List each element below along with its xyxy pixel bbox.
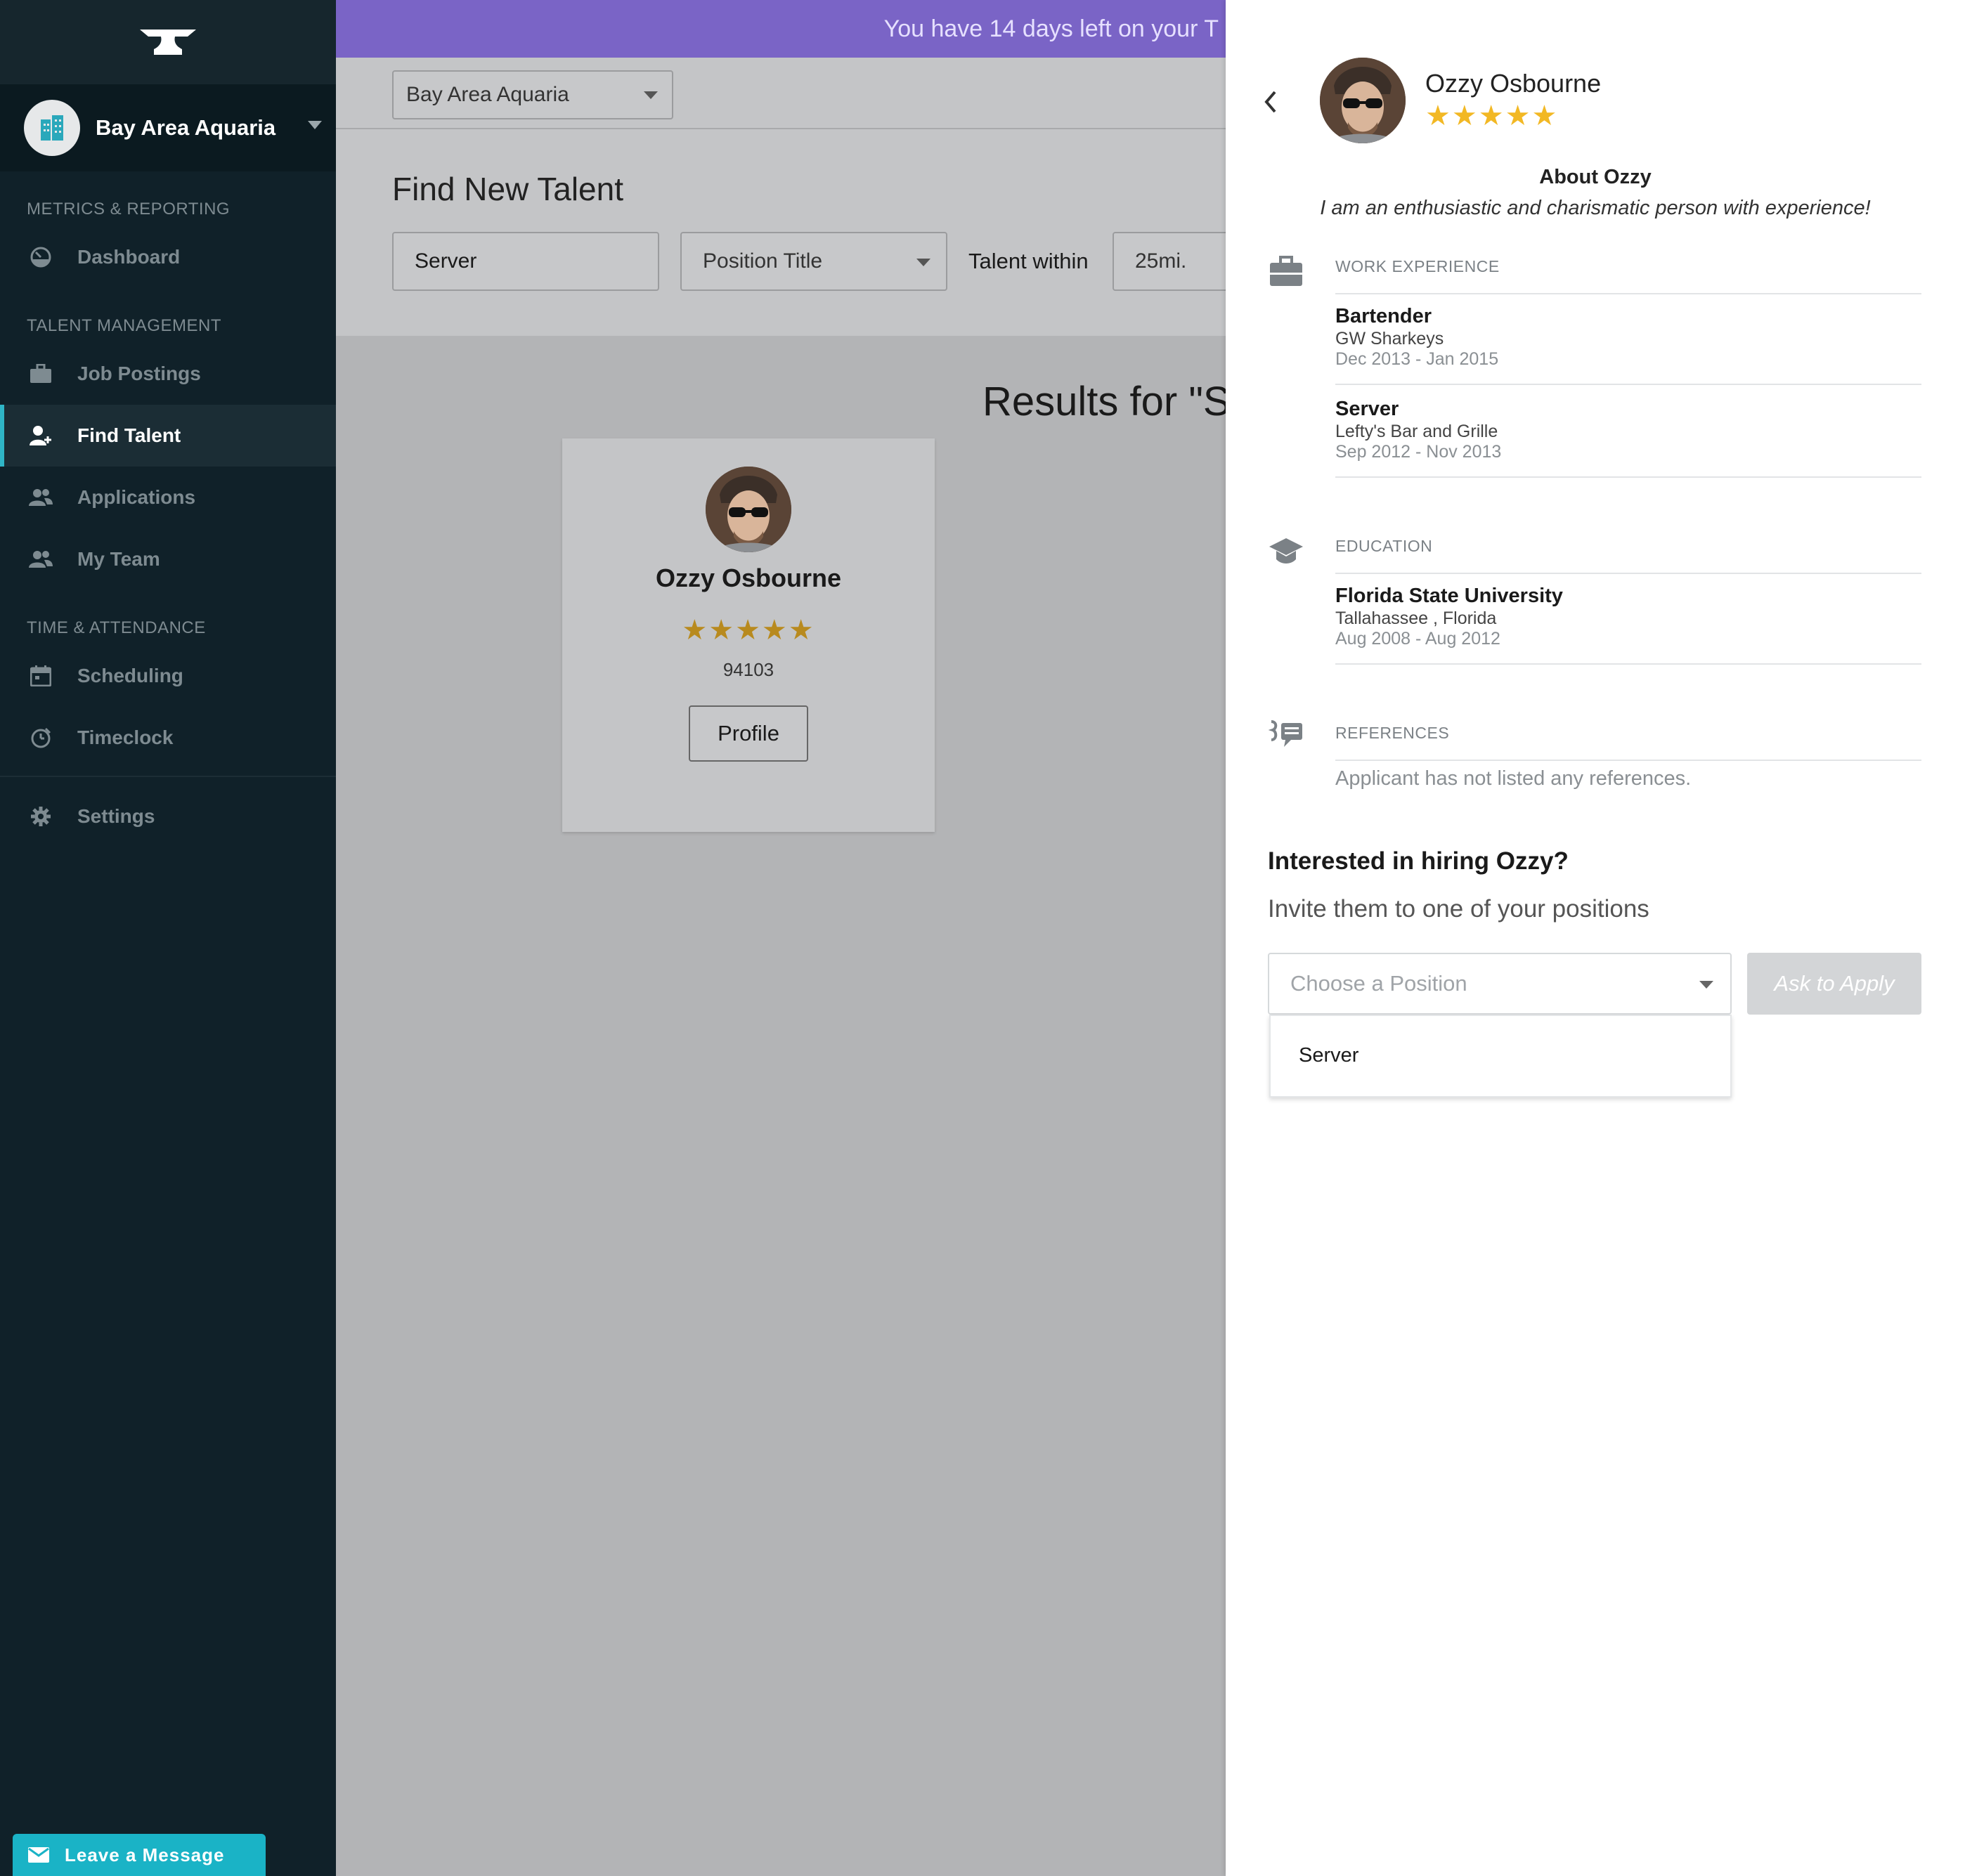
sidebar-item-label: Job Postings (77, 363, 201, 384)
work-entry: Bartender GW Sharkeys Dec 2013 - Jan 201… (1335, 304, 1921, 385)
work-dates: Sep 2012 - Nov 2013 (1335, 442, 1502, 462)
profile-name: Ozzy Osbourne (1425, 69, 1602, 98)
school-location: Tallahassee , Florida (1335, 608, 1497, 628)
briefcase-icon (28, 361, 53, 386)
sidebar-item-dashboard[interactable]: Dashboard (0, 226, 336, 288)
chevron-down-icon (916, 259, 930, 266)
position-dropdown-menu: Server (1269, 1015, 1732, 1097)
add-user-icon (28, 423, 53, 448)
work-dates: Dec 2013 - Jan 2015 (1335, 349, 1499, 369)
sidebar: Bay Area Aquaria METRICS & REPORTING Das… (0, 0, 336, 1876)
sidebar-item-applications[interactable]: Applications (0, 467, 336, 528)
sidebar-item-timeclock[interactable]: Timeclock (0, 707, 336, 769)
position-option-server[interactable]: Server (1299, 1044, 1358, 1067)
about-title: About Ozzy (1539, 166, 1652, 188)
leave-message-label: Leave a Message (65, 1844, 225, 1865)
work-place: Lefty's Bar and Grille (1335, 422, 1498, 441)
search-panel: Find New Talent Server Position Title Ta… (336, 129, 1253, 336)
choose-position-select[interactable]: Choose a Position (1268, 953, 1732, 1015)
leave-message-button[interactable]: Leave a Message (13, 1834, 266, 1876)
envelope-icon (13, 1847, 65, 1863)
gear-icon (28, 804, 53, 829)
team-icon (28, 547, 53, 572)
sidebar-item-my-team[interactable]: My Team (0, 528, 336, 590)
topbar: Bay Area Aquaria (336, 58, 1226, 129)
graduation-cap-icon (1268, 533, 1304, 569)
references-empty: Applicant has not listed any references. (1335, 767, 1692, 790)
chevron-down-icon (1699, 981, 1713, 989)
sidebar-item-label: My Team (77, 548, 160, 570)
results-title: Results for "S (983, 379, 1231, 424)
location-select[interactable]: Bay Area Aquaria (392, 70, 673, 119)
rating-stars: ★★★★★ (682, 615, 815, 646)
section-talent: TALENT MANAGEMENT (27, 316, 221, 335)
keyword-input-value: Server (415, 249, 477, 273)
hire-title: Interested in hiring Ozzy? (1268, 847, 1569, 875)
school-dates: Aug 2008 - Aug 2012 (1335, 629, 1500, 649)
chevron-down-icon[interactable] (308, 121, 322, 129)
work-experience-header: WORK EXPERIENCE (1335, 257, 1921, 294)
sidebar-item-find-talent[interactable]: Find Talent (0, 405, 336, 467)
briefcase-icon (1268, 253, 1304, 289)
building-icon (24, 100, 80, 156)
references-header: REFERENCES (1335, 724, 1921, 761)
work-entry: Server Lefty's Bar and Grille Sep 2012 -… (1335, 396, 1921, 478)
sidebar-item-label: Timeclock (77, 727, 174, 748)
dashboard-icon (28, 245, 53, 270)
trial-banner[interactable]: You have 14 days left on your T (336, 0, 1226, 58)
profile-button[interactable]: Profile (689, 705, 808, 762)
work-title: Bartender (1335, 305, 1432, 327)
rating-stars: ★★★★★ (1425, 100, 1559, 131)
sidebar-item-scheduling[interactable]: Scheduling (0, 645, 336, 707)
account-switcher[interactable]: Bay Area Aquaria (0, 84, 336, 171)
position-title-value: Position Title (703, 249, 823, 273)
chevron-down-icon (644, 91, 658, 99)
section-metrics: METRICS & REPORTING (27, 200, 231, 219)
sidebar-item-label: Settings (77, 805, 155, 827)
references-icon (1268, 717, 1304, 753)
distance-select-value: 25mi. (1135, 249, 1187, 273)
education-header: EDUCATION (1335, 537, 1921, 574)
hire-subtitle: Invite them to one of your positions (1268, 895, 1649, 923)
profile-panel: Ozzy Osbourne ★★★★★ About Ozzy I am an e… (1226, 0, 1965, 1876)
location-select-value: Bay Area Aquaria (406, 83, 569, 106)
sidebar-item-job-postings[interactable]: Job Postings (0, 343, 336, 405)
sidebar-item-label: Applications (77, 486, 196, 508)
clock-icon (28, 725, 53, 750)
anvil-logo-icon[interactable] (138, 25, 197, 59)
calendar-icon (28, 663, 53, 689)
education-entry: Florida State University Tallahassee , F… (1335, 583, 1921, 665)
position-title-select[interactable]: Position Title (680, 232, 947, 291)
users-icon (28, 485, 53, 510)
sidebar-item-settings[interactable]: Settings (0, 786, 336, 847)
sidebar-item-label: Dashboard (77, 246, 181, 268)
sidebar-item-label: Find Talent (77, 424, 181, 446)
candidate-name: Ozzy Osbourne (655, 564, 842, 592)
avatar (1320, 58, 1406, 143)
talent-within-label: Talent within (968, 249, 1089, 273)
results-area: Results for "S Ozzy Osbourne ★★★★★ 94103… (336, 336, 1231, 1876)
page-title: Find New Talent (392, 171, 623, 207)
back-button[interactable] (1258, 84, 1283, 119)
avatar (706, 467, 791, 552)
work-title: Server (1335, 398, 1399, 420)
candidate-zip: 94103 (722, 659, 774, 680)
school-name: Florida State University (1335, 585, 1563, 607)
ask-to-apply-button[interactable]: Ask to Apply (1747, 953, 1921, 1015)
keyword-input[interactable]: Server (392, 232, 659, 291)
choose-position-placeholder: Choose a Position (1290, 971, 1467, 996)
about-text: I am an enthusiastic and charismatic per… (1320, 197, 1871, 219)
section-time: TIME & ATTENDANCE (27, 618, 206, 637)
talent-card[interactable]: Ozzy Osbourne ★★★★★ 94103 Profile (562, 438, 935, 832)
chevron-left-icon (1264, 91, 1276, 113)
sidebar-item-label: Scheduling (77, 665, 183, 686)
account-name: Bay Area Aquaria (96, 115, 276, 140)
work-place: GW Sharkeys (1335, 329, 1444, 349)
sidebar-divider (0, 776, 336, 777)
logo-area (0, 0, 336, 84)
